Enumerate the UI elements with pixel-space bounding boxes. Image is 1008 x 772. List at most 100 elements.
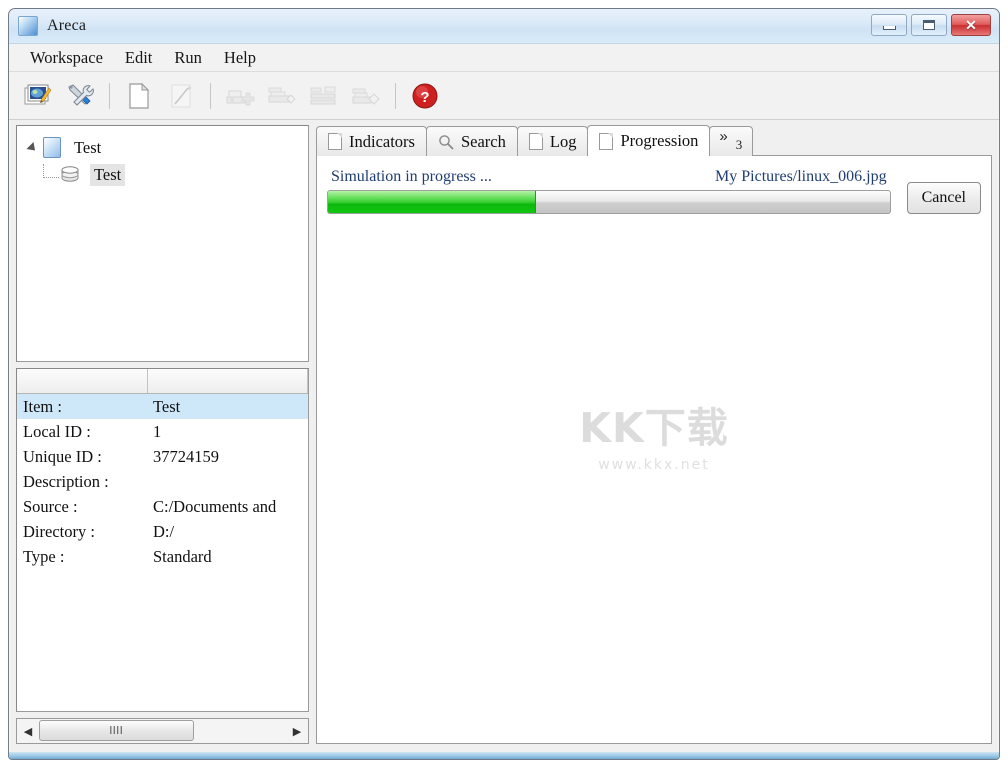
- application-window: Areca ✕ Workspace Edit Run Help ? Test T…: [8, 8, 1000, 760]
- new-document-icon: [129, 82, 150, 109]
- property-key: Unique ID :: [23, 446, 102, 466]
- table-row[interactable]: Directory : D:/: [17, 519, 308, 544]
- toolbar-new-target-button[interactable]: [119, 76, 159, 116]
- progression-content: Simulation in progress ... My Pictures/l…: [317, 156, 991, 224]
- property-key: Source :: [23, 496, 78, 516]
- tree-node-root[interactable]: Test: [17, 134, 308, 161]
- toolbar-merge-button: [304, 76, 344, 116]
- properties-table-body: Item : Test Local ID : 1 Unique ID : 377…: [17, 394, 308, 711]
- table-row[interactable]: Item : Test: [17, 394, 308, 419]
- property-value: C:/Documents and: [153, 496, 277, 516]
- toolbar-preferences-button[interactable]: [60, 76, 100, 116]
- property-value: 37724159: [153, 446, 219, 466]
- properties-table-header: [17, 369, 308, 394]
- properties-table: Item : Test Local ID : 1 Unique ID : 377…: [16, 368, 309, 712]
- pencil-icon: [171, 84, 191, 107]
- tab-indicators[interactable]: Indicators: [316, 126, 427, 156]
- minimize-icon: [882, 26, 896, 30]
- window-controls: ✕: [871, 14, 991, 36]
- tab-label: Search: [460, 131, 506, 151]
- toolbar: ?: [9, 72, 999, 120]
- tab-label: Indicators: [349, 131, 415, 151]
- tree-node-child[interactable]: Test: [17, 161, 308, 188]
- tab-progression[interactable]: Progression: [587, 125, 711, 156]
- tree-root-label: Test: [74, 137, 102, 157]
- window-bottom-edge: [9, 752, 999, 759]
- tools-icon: [68, 83, 94, 106]
- window-title: Areca: [47, 17, 87, 34]
- property-value: D:/: [153, 521, 175, 541]
- watermark-title: KK下载: [579, 404, 729, 452]
- tab-overflow-count: 3: [735, 137, 743, 152]
- progress-group: Simulation in progress ... My Pictures/l…: [327, 168, 891, 214]
- target-database-icon: [61, 165, 79, 182]
- progress-bar: [327, 190, 891, 214]
- property-key: Type :: [23, 546, 65, 566]
- title-bar: Areca ✕: [9, 9, 999, 44]
- archive-merge-icon: [310, 86, 336, 104]
- tree-connector-line: [43, 164, 59, 178]
- cancel-button[interactable]: Cancel: [906, 182, 981, 214]
- close-icon: ✕: [965, 17, 977, 33]
- table-row[interactable]: Unique ID : 37724159: [17, 444, 308, 469]
- menu-bar: Workspace Edit Run Help: [9, 44, 999, 72]
- toolbar-separator: [109, 82, 110, 109]
- menu-help[interactable]: Help: [213, 46, 267, 70]
- progress-status-label: Simulation in progress ...: [331, 168, 492, 185]
- photo-edit-icon: [24, 84, 52, 104]
- document-icon: [328, 133, 342, 150]
- column-header-value[interactable]: [148, 369, 308, 393]
- progress-file-label: My Pictures/linux_006.jpg: [715, 168, 887, 185]
- toolbar-workspace-button[interactable]: [18, 76, 58, 116]
- tab-log[interactable]: Log: [516, 126, 589, 156]
- chevron-double-right-icon: »: [719, 128, 728, 145]
- menu-run[interactable]: Run: [163, 46, 213, 70]
- column-header-key[interactable]: [17, 369, 148, 393]
- toolbar-edit-target-button: [161, 76, 201, 116]
- menu-workspace[interactable]: Workspace: [19, 46, 114, 70]
- magnifier-icon: [439, 134, 454, 149]
- property-key: Item :: [23, 396, 62, 416]
- table-row[interactable]: Local ID : 1: [17, 419, 308, 444]
- maximize-button[interactable]: [911, 14, 947, 36]
- close-button[interactable]: ✕: [951, 14, 991, 36]
- horizontal-scrollbar[interactable]: ◀ llll ▶: [16, 718, 309, 744]
- tree-child-label: Test: [90, 163, 126, 186]
- expand-arrow-icon[interactable]: [26, 141, 39, 154]
- document-icon: [528, 133, 543, 150]
- table-row[interactable]: Source : C:/Documents and: [17, 494, 308, 519]
- property-value: 1: [153, 421, 162, 441]
- toolbar-separator-3: [395, 82, 396, 109]
- scrollbar-thumb[interactable]: llll: [39, 720, 194, 741]
- property-key: Description :: [23, 471, 109, 491]
- document-icon: [599, 132, 614, 150]
- main-content: Test Test Item: Test Local ID: 1 Uniqu…: [9, 118, 999, 751]
- tree-indent: [29, 164, 59, 185]
- tab-label: Log: [549, 131, 577, 151]
- tab-search[interactable]: Search: [425, 126, 518, 156]
- property-value: Test: [153, 396, 181, 416]
- tab-strip: Indicators Search Log Progression » 3: [316, 125, 992, 156]
- tab-overflow-button[interactable]: » 3: [709, 126, 754, 156]
- progress-bar-fill: [328, 191, 536, 213]
- question-mark-icon: ?: [412, 83, 438, 108]
- scroll-right-arrow-icon[interactable]: ▶: [286, 719, 308, 743]
- progress-labels: Simulation in progress ... My Pictures/l…: [327, 168, 891, 190]
- scrollbar-track[interactable]: llll: [39, 719, 286, 743]
- toolbar-backup-button: [220, 76, 260, 116]
- watermark-url: www.kkx.net: [598, 457, 710, 473]
- archive-add-icon: [226, 90, 255, 105]
- table-row[interactable]: Description :: [17, 469, 308, 494]
- workspace-tree[interactable]: Test Test: [16, 125, 309, 362]
- archive-recover-icon: [352, 88, 380, 105]
- property-value: Standard: [153, 546, 212, 566]
- table-row[interactable]: Type : Standard: [17, 544, 308, 569]
- menu-edit[interactable]: Edit: [114, 46, 164, 70]
- toolbar-recover-button: [346, 76, 386, 116]
- toolbar-help-button[interactable]: ?: [405, 76, 445, 116]
- scroll-left-arrow-icon[interactable]: ◀: [17, 719, 39, 743]
- app-window-icon: [18, 16, 38, 36]
- toolbar-separator-2: [210, 82, 211, 109]
- archive-check-icon: [268, 87, 296, 104]
- minimize-button[interactable]: [871, 14, 907, 36]
